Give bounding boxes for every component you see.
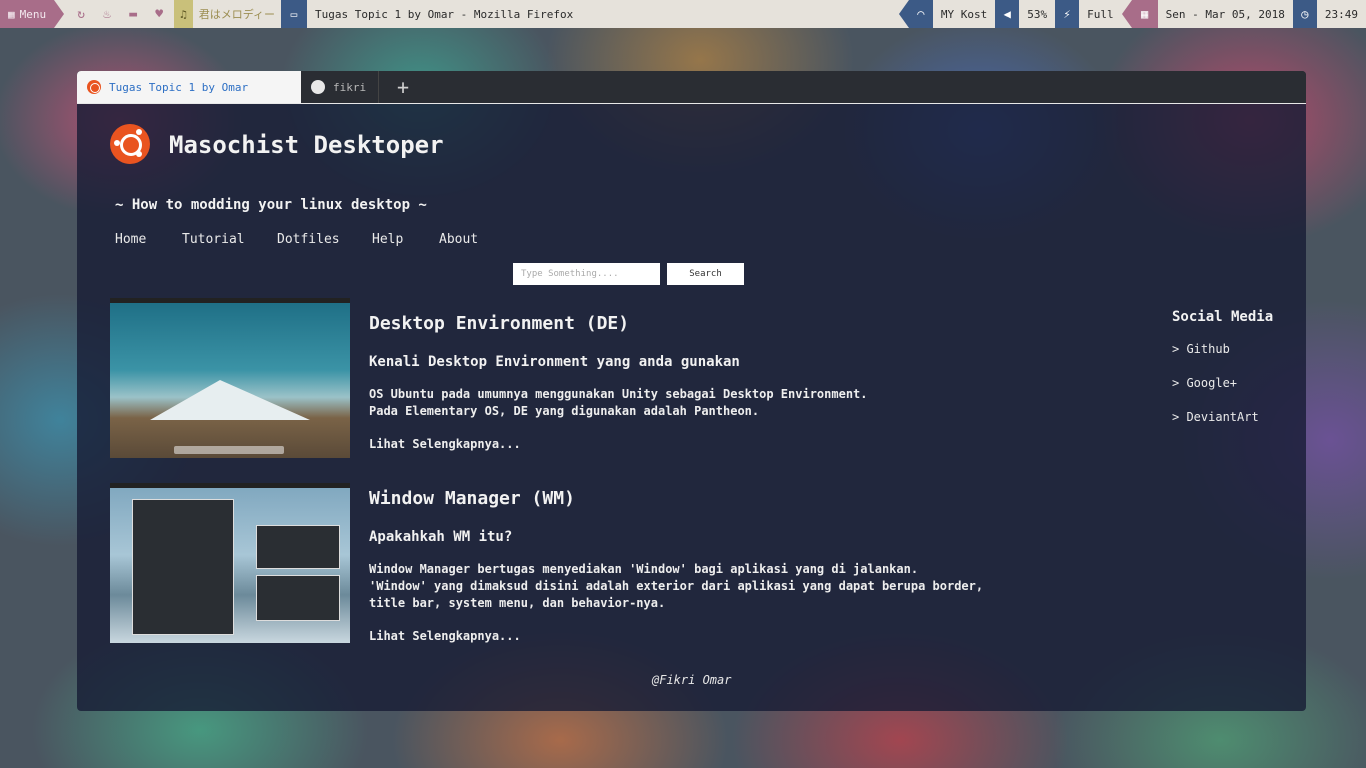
post-body: Window Manager bertugas menyediakan 'Win… — [369, 561, 983, 612]
panel-status-area: ◠ MY Kost ◀ 53% ⚡ Full ▦ Sen - Mar 05, 2… — [898, 0, 1366, 28]
read-more-link[interactable]: Lihat Selengkapnya... — [369, 437, 521, 451]
browser-window: Tugas Topic 1 by Omar fikri + Masochist … — [77, 71, 1306, 711]
tab-label: Tugas Topic 1 by Omar — [109, 80, 249, 94]
post-thumbnail-wm[interactable] — [110, 483, 350, 643]
post-line: 'Window' yang dimaksud disini adalah ext… — [369, 579, 984, 593]
fire-icon[interactable]: ♨ — [98, 7, 116, 22]
panel-separator — [1121, 0, 1132, 28]
post-thumbnail-de[interactable] — [110, 298, 350, 458]
post-line: title bar, system menu, dan behavior-nya… — [369, 596, 666, 610]
post-title: Window Manager (WM) — [369, 488, 575, 509]
read-more-link[interactable]: Lihat Selengkapnya... — [369, 629, 521, 643]
social-link-github[interactable]: > Github — [1172, 342, 1230, 356]
grid-icon: ▦ — [8, 7, 15, 21]
monitor-icon: ▭ — [280, 0, 307, 28]
social-link-deviantart[interactable]: > DeviantArt — [1172, 410, 1259, 424]
nav-home[interactable]: Home — [115, 232, 182, 247]
screenshot-dock — [174, 446, 284, 454]
time-label[interactable]: 23:49 — [1317, 8, 1366, 21]
screenshot-topbar — [110, 483, 350, 488]
music-now-playing[interactable]: 君はメロディー — [199, 6, 275, 22]
screenshot-terminal — [256, 575, 340, 621]
volume-icon[interactable]: ◀ — [995, 0, 1020, 28]
nav-tutorial[interactable]: Tutorial — [182, 232, 277, 247]
page-content: Masochist Desktoper ~ How to modding you… — [77, 104, 1306, 710]
screenshot-terminal — [256, 525, 340, 569]
post-body: OS Ubuntu pada umumnya menggunakan Unity… — [369, 386, 868, 420]
menu-button[interactable]: ▦ Menu — [0, 0, 55, 28]
date-label[interactable]: Sen - Mar 05, 2018 — [1158, 8, 1293, 21]
battery-label: Full — [1087, 7, 1114, 21]
search-input[interactable] — [513, 263, 660, 285]
main-nav: Home Tutorial Dotfiles Help About — [115, 232, 499, 247]
footer-credit: @Fikri Omar — [652, 673, 732, 687]
post-title: Desktop Environment (DE) — [369, 313, 630, 334]
site-title: Masochist Desktoper — [169, 131, 444, 159]
post-line: Pada Elementary OS, DE yang digunakan ad… — [369, 404, 760, 418]
battery-icon[interactable]: ⚡ — [1055, 0, 1080, 28]
ubuntu-logo-icon — [110, 124, 150, 164]
search-button[interactable]: Search — [667, 263, 744, 285]
new-tab-button[interactable]: + — [383, 71, 423, 103]
post-line: OS Ubuntu pada umumnya menggunakan Unity… — [369, 387, 868, 401]
nav-about[interactable]: About — [439, 232, 499, 247]
clock-icon: ◷ — [1292, 0, 1317, 28]
top-panel: ▦ Menu ↻ ♨ ▬ ♥ ♫ 君はメロディー ▭ Tugas Topic 1… — [0, 0, 1366, 28]
post-subtitle: Kenali Desktop Environment yang anda gun… — [369, 354, 740, 370]
volume-label[interactable]: 53% — [1019, 8, 1055, 21]
panel-separator — [54, 0, 65, 28]
calendar-icon[interactable]: ▦ — [1131, 0, 1158, 28]
ubuntu-favicon-icon — [87, 80, 101, 94]
post-line: Window Manager bertugas menyediakan 'Win… — [369, 562, 919, 576]
tab-label: fikri — [333, 80, 367, 94]
headphones-icon[interactable]: ♫ — [174, 0, 193, 28]
active-window-title: Tugas Topic 1 by Omar - Mozilla Firefox — [314, 7, 574, 21]
nav-help[interactable]: Help — [372, 232, 439, 247]
wifi-icon[interactable]: ◠ — [908, 0, 933, 28]
heartbeat-icon[interactable]: ♥ — [150, 7, 168, 22]
folder-icon[interactable]: ▬ — [124, 7, 142, 22]
screenshot-terminal — [132, 499, 234, 635]
tab-active[interactable]: Tugas Topic 1 by Omar — [77, 71, 301, 103]
social-media-heading: Social Media — [1172, 309, 1274, 325]
refresh-icon[interactable]: ↻ — [72, 7, 90, 22]
tab-bar: Tugas Topic 1 by Omar fikri + — [77, 71, 1306, 104]
social-link-googleplus[interactable]: > Google+ — [1172, 376, 1237, 390]
github-favicon-icon — [311, 80, 325, 94]
mountain-shape — [150, 380, 310, 420]
tab-github[interactable]: fikri — [301, 71, 379, 103]
site-tagline: ~ How to modding your linux desktop ~ — [115, 197, 427, 213]
nav-dotfiles[interactable]: Dotfiles — [277, 232, 372, 247]
screenshot-topbar — [110, 298, 350, 303]
wifi-label[interactable]: MY Kost — [933, 8, 995, 21]
panel-separator — [898, 0, 909, 28]
post-subtitle: Apakahkah WM itu? — [369, 529, 513, 545]
menu-label: Menu — [19, 7, 47, 21]
